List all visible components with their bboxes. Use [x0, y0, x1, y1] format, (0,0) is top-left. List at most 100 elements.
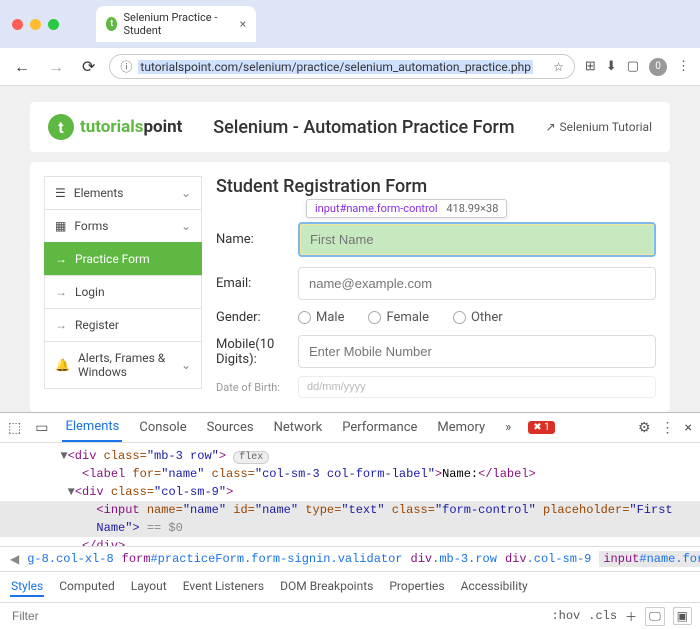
url-text: tutorialspoint.com/selenium/practice/sel… — [138, 60, 533, 74]
sidebar-item-elements[interactable]: ☰ Elements ⌄ — [44, 176, 202, 210]
browser-menu-icon[interactable]: ⋮ — [677, 59, 690, 74]
mobile-label: Mobile(10 Digits): — [216, 337, 298, 367]
dom-selected-node[interactable]: <input name="name" id="name" type="text"… — [0, 501, 700, 519]
devtools-panel: ⬚ ▭ Elements Console Sources Network Per… — [0, 412, 700, 629]
devtools-menu-icon[interactable]: ⋮ — [661, 420, 675, 436]
hov-toggle[interactable]: :hov — [551, 609, 580, 623]
breadcrumb-selected: input#name.form-control — [599, 551, 700, 567]
styles-tabs: Styles Computed Layout Event Listeners D… — [0, 571, 700, 602]
mobile-input[interactable] — [298, 335, 656, 368]
radio-icon — [453, 311, 466, 324]
sidebar-item-register[interactable]: → Register — [44, 308, 202, 342]
maximize-window-button[interactable] — [48, 19, 59, 30]
profile-badge[interactable]: 0 — [649, 58, 667, 76]
hamburger-icon: ☰ — [55, 186, 66, 200]
dob-label: Date of Birth: — [216, 381, 298, 394]
site-info-icon[interactable]: ⓘ — [120, 58, 132, 75]
bookmark-menu-icon[interactable]: ▢ — [627, 59, 639, 74]
styles-tab-dom-bp[interactable]: DOM Breakpoints — [279, 577, 374, 597]
email-label: Email: — [216, 276, 298, 291]
sidebar-item-practice-form[interactable]: → Practice Form — [44, 242, 202, 276]
chevron-down-icon: ⌄ — [181, 358, 191, 372]
form-heading: Student Registration Form — [216, 176, 656, 197]
tooltip-dimensions: 418.99×38 — [446, 202, 498, 215]
error-badge[interactable]: ✖ 1 — [528, 421, 554, 434]
styles-filter-row: :hov .cls ＋ 🖵 ▣ — [0, 602, 700, 629]
bookmark-star-icon[interactable]: ☆ — [553, 60, 564, 74]
settings-gear-icon[interactable]: ⚙ — [638, 420, 651, 436]
bell-icon: 🔔 — [55, 358, 70, 372]
tabs-overflow-icon[interactable]: » — [502, 414, 514, 441]
browser-chrome: t Selenium Practice - Student × ← → ⟳ ⓘ … — [0, 0, 700, 86]
selenium-tutorial-link[interactable]: ↗ Selenium Tutorial — [545, 120, 652, 134]
dob-input[interactable] — [298, 376, 656, 398]
chevron-down-icon: ⌄ — [181, 219, 191, 233]
devtools-close-icon[interactable]: × — [685, 420, 692, 436]
name-input[interactable] — [298, 222, 656, 257]
tab-sources[interactable]: Sources — [204, 414, 257, 441]
inspect-tooltip: input#name.form-control 418.99×38 — [306, 199, 507, 218]
email-input[interactable] — [298, 267, 656, 300]
logo-text-2: point — [143, 117, 182, 137]
browser-toolbar: ← → ⟳ ⓘ tutorialspoint.com/selenium/prac… — [0, 48, 700, 86]
tab-console[interactable]: Console — [136, 414, 189, 441]
styles-tab-listeners[interactable]: Event Listeners — [182, 577, 265, 597]
logo-icon: t — [48, 114, 74, 140]
external-link-icon: ↗ — [545, 120, 555, 134]
styles-tab-styles[interactable]: Styles — [10, 577, 44, 597]
inspect-element-icon[interactable]: ⬚ — [8, 420, 21, 436]
sidebar-item-forms[interactable]: ▦ Forms ⌄ — [44, 209, 202, 243]
tab-elements[interactable]: Elements — [62, 413, 122, 442]
styles-tab-computed[interactable]: Computed — [58, 577, 116, 597]
site-header: t tutorialspoint Selenium - Automation P… — [30, 102, 670, 152]
gender-male-radio[interactable]: Male — [298, 310, 344, 325]
sidebar-item-login[interactable]: → Login — [44, 275, 202, 309]
styles-filter-input[interactable] — [8, 606, 543, 626]
breadcrumb-prev-icon[interactable]: ◀ — [10, 552, 19, 567]
styles-tab-a11y[interactable]: Accessibility — [460, 577, 529, 597]
device-toolbar-icon[interactable]: ▭ — [35, 420, 48, 436]
address-bar[interactable]: ⓘ tutorialspoint.com/selenium/practice/s… — [109, 54, 574, 79]
computed-toggle-icon[interactable]: 🖵 — [645, 607, 665, 626]
extensions-icon[interactable]: ⊞ — [585, 59, 596, 74]
content-wrap: ☰ Elements ⌄ ▦ Forms ⌄ → Practice Form →… — [30, 162, 670, 412]
cls-toggle[interactable]: .cls — [588, 609, 617, 623]
new-style-rule-icon[interactable]: ＋ — [625, 608, 637, 625]
form-panel: Student Registration Form input#name.for… — [216, 176, 656, 398]
gender-other-radio[interactable]: Other — [453, 310, 503, 325]
tab-memory[interactable]: Memory — [434, 414, 488, 441]
favicon-icon: t — [106, 17, 117, 31]
dom-tree[interactable]: ▼<div class="mb-3 row"> flex <label for=… — [0, 443, 700, 546]
back-button[interactable]: ← — [10, 55, 34, 79]
styles-tab-layout[interactable]: Layout — [130, 577, 168, 597]
page-body: t tutorialspoint Selenium - Automation P… — [0, 102, 700, 412]
arrow-right-icon: → — [55, 285, 67, 299]
chevron-down-icon: ⌄ — [181, 186, 191, 200]
browser-tab[interactable]: t Selenium Practice - Student × — [96, 6, 256, 42]
arrow-right-icon: → — [55, 252, 67, 266]
tooltip-selector: input#name.form-control — [315, 202, 438, 215]
radio-icon — [368, 311, 381, 324]
arrow-right-icon: → — [55, 318, 67, 332]
tab-network[interactable]: Network — [271, 414, 326, 441]
logo-text-1: tutorials — [80, 117, 143, 137]
tab-performance[interactable]: Performance — [339, 414, 420, 441]
tab-close-icon[interactable]: × — [240, 17, 246, 31]
sidebar-toggle-icon[interactable]: ▣ — [673, 607, 692, 625]
reload-button[interactable]: ⟳ — [78, 55, 99, 78]
download-icon[interactable]: ⬇ — [606, 59, 617, 74]
forward-button[interactable]: → — [44, 55, 68, 79]
page-title: Selenium - Automation Practice Form — [196, 117, 531, 138]
devtools-tabs: ⬚ ▭ Elements Console Sources Network Per… — [0, 413, 700, 443]
radio-icon — [298, 311, 311, 324]
gender-female-radio[interactable]: Female — [368, 310, 428, 325]
minimize-window-button[interactable] — [30, 19, 41, 30]
window-controls: t Selenium Practice - Student × — [0, 0, 700, 48]
styles-tab-properties[interactable]: Properties — [388, 577, 445, 597]
close-window-button[interactable] — [12, 19, 23, 30]
tab-title: Selenium Practice - Student — [123, 11, 233, 37]
form-icon: ▦ — [55, 219, 66, 233]
gender-label: Gender: — [216, 310, 298, 325]
site-logo[interactable]: t tutorialspoint — [48, 114, 182, 140]
sidebar-item-alerts[interactable]: 🔔 Alerts, Frames & Windows ⌄ — [44, 341, 202, 389]
